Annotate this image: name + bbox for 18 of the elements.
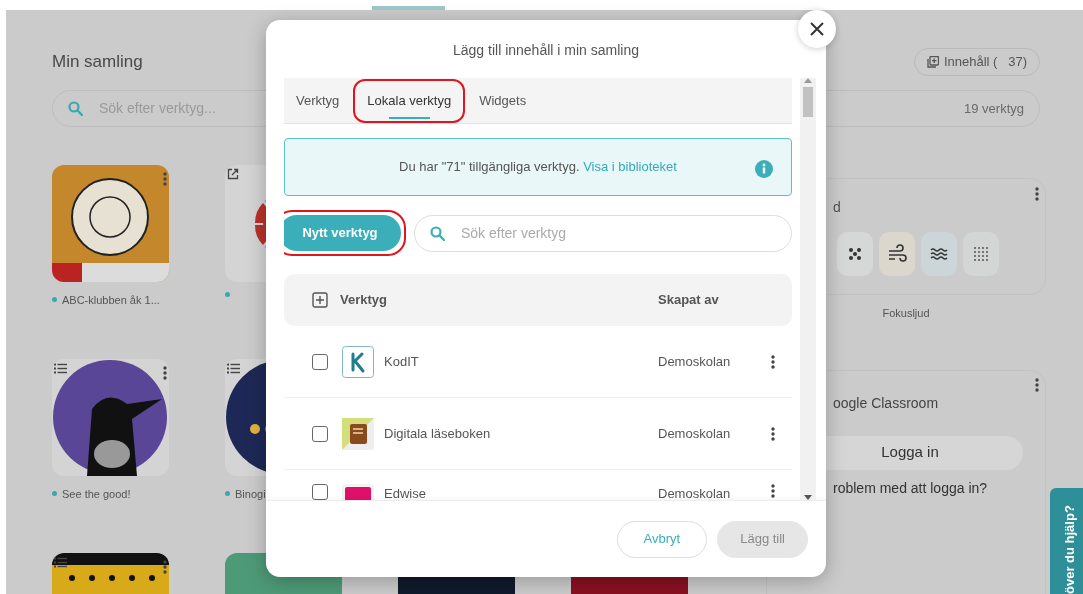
tile-label: See the good!	[62, 486, 131, 502]
widget-label: Fokusljud	[882, 307, 930, 319]
tile-label: Binogi	[235, 486, 266, 502]
card-title: oogle Classroom	[833, 393, 940, 413]
creator-name: Demoskolan	[658, 352, 732, 371]
notice-text: Du har "71" tillgängliga verktyg. Visa i biblioteket	[399, 158, 677, 177]
tool-name: Edwise	[384, 485, 427, 500]
tile-label: ABC-klubben åk 1...	[62, 292, 160, 308]
tool-count: 19 verktyg	[964, 99, 1024, 118]
dialog-title: Lägg till innehåll i min samling	[453, 42, 639, 58]
page-title: Min samling	[52, 51, 143, 73]
column-header: Verktyg	[340, 291, 388, 310]
column-header: Skapat av	[658, 291, 720, 310]
tool-name: Digitala läseboken	[384, 424, 492, 443]
tool-name: KodIT	[384, 352, 420, 371]
creator-name: Demoskolan	[658, 424, 732, 443]
creator-name: Demoskolan	[658, 485, 732, 500]
widget-title: d	[833, 198, 842, 217]
